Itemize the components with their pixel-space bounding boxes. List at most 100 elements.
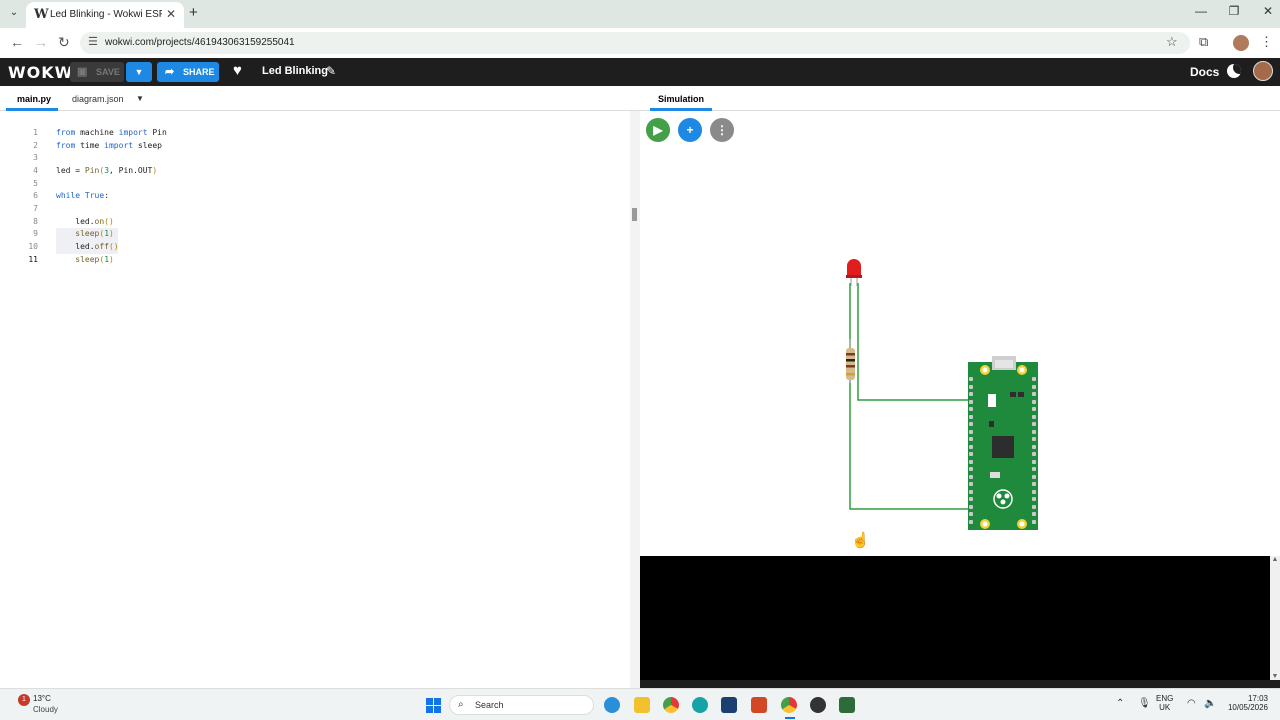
pico-pin	[1032, 504, 1036, 509]
pico-pin	[969, 519, 973, 524]
editor-divider[interactable]	[630, 111, 640, 688]
pico-pin	[1032, 489, 1036, 494]
terminal-icon[interactable]	[839, 697, 855, 713]
pico-pin	[1032, 497, 1036, 501]
hand-cursor-icon: ☝	[851, 532, 870, 549]
code-line: sleep(1)	[75, 255, 114, 264]
bookmark-star-icon[interactable]: ☆	[1166, 34, 1178, 50]
file-explorer-icon[interactable]	[634, 697, 650, 713]
code-line: led.on()	[56, 217, 114, 226]
serial-scrollbar[interactable]: ▲ ▼	[1270, 556, 1280, 680]
code-editor[interactable]: 1 2 3 4 5 6 7 8 9 10 11 from machine imp…	[0, 111, 640, 688]
edge-icon[interactable]	[604, 697, 620, 713]
forward-icon[interactable]: →	[34, 34, 48, 50]
pico-pin	[969, 459, 973, 464]
minimize-icon[interactable]: —	[1190, 4, 1212, 18]
scroll-up-icon[interactable]: ▲	[1270, 556, 1280, 563]
save-dropdown-button[interactable]: ▼	[126, 62, 152, 82]
pico-pin	[1032, 429, 1036, 434]
docs-link[interactable]: Docs	[1190, 65, 1219, 79]
code-line: from machine import Pin	[56, 128, 167, 137]
search-icon: ⌕	[458, 699, 464, 710]
line-number: 10	[28, 242, 38, 251]
browser-tab[interactable]: W Led Blinking - Wokwi ESP32, ST ✕	[26, 2, 184, 28]
line-number: 3	[33, 153, 38, 162]
scroll-down-icon[interactable]: ▼	[1270, 673, 1280, 680]
vscode-icon[interactable]	[721, 697, 737, 713]
url-text: wokwi.com/projects/461943063159255041	[105, 37, 295, 48]
windows-start-icon[interactable]	[426, 698, 441, 713]
heart-icon[interactable]: ♥	[233, 62, 242, 79]
speaker-icon[interactable]: 🔈	[1204, 698, 1216, 709]
editor-scrollbar[interactable]	[632, 208, 637, 221]
dark-mode-icon[interactable]	[1227, 64, 1241, 78]
line-number: 7	[33, 204, 38, 213]
line-number: 11	[28, 255, 38, 264]
clock[interactable]: 17:03 10/05/2026	[1226, 694, 1268, 712]
code-line: sleep(1)	[75, 229, 114, 238]
browser-menu-icon[interactable]: ⋮	[1260, 34, 1273, 50]
code-line: from time import sleep	[56, 141, 162, 150]
maximize-icon[interactable]: ❐	[1223, 4, 1245, 18]
date: 10/05/2026	[1227, 703, 1268, 712]
line-number: 6	[33, 191, 38, 200]
share-button[interactable]: ➦ SHARE	[157, 62, 219, 82]
pico-pin	[1032, 414, 1036, 419]
app-icon[interactable]	[692, 697, 708, 713]
pico-pin	[1032, 377, 1036, 381]
powerpoint-icon[interactable]	[751, 697, 767, 713]
close-tab-icon[interactable]: ✕	[166, 7, 176, 21]
extensions-icon[interactable]: ⧉	[1199, 34, 1208, 50]
pico-pin	[969, 512, 973, 516]
pico-pin	[1032, 384, 1036, 389]
tab-diagram-json[interactable]: diagram.json	[72, 94, 124, 104]
pico-pin	[969, 377, 973, 381]
simulation-canvas[interactable]: ▶ + ⋮ ☝	[640, 111, 1280, 556]
serial-monitor[interactable]: ▲ ▼	[640, 556, 1280, 680]
user-avatar[interactable]	[1253, 61, 1273, 81]
close-window-icon[interactable]: ✕	[1257, 4, 1279, 18]
weather-desc[interactable]: Cloudy	[33, 705, 58, 714]
pico-pin	[1032, 437, 1036, 441]
chrome-icon[interactable]	[663, 697, 679, 713]
microphone-icon[interactable]: 🎙	[1138, 698, 1151, 709]
pico-pin	[1032, 444, 1036, 449]
site-info-icon[interactable]: ☰	[88, 35, 98, 48]
reload-icon[interactable]: ↻	[58, 34, 70, 51]
pico-pin	[969, 384, 973, 389]
pico-pin	[969, 414, 973, 419]
profile-avatar[interactable]	[1233, 35, 1249, 51]
project-title[interactable]: Led Blinking	[262, 65, 328, 77]
taskbar-search[interactable]: ⌕ Search	[449, 695, 594, 715]
pico-pin	[969, 422, 973, 426]
save-button[interactable]: ▣ SAVE	[70, 62, 124, 82]
code-line: while True:	[56, 191, 110, 200]
line-number: 2	[33, 141, 38, 150]
tabs-menu-icon[interactable]: ▼	[136, 94, 144, 103]
recorder-icon[interactable]	[810, 697, 826, 713]
back-icon[interactable]: ←	[10, 34, 24, 50]
pico-pins	[640, 111, 1280, 556]
browser-tab-bar: ⌄ W Led Blinking - Wokwi ESP32, ST ✕ + —…	[0, 0, 1280, 28]
weather-badge: 1	[18, 694, 30, 706]
pico-pin	[1032, 407, 1036, 411]
tab-search-icon[interactable]: ⌄	[6, 5, 22, 21]
language-indicator[interactable]: ENG UK	[1156, 694, 1173, 712]
search-placeholder: Search	[475, 700, 504, 710]
pico-pin	[1032, 422, 1036, 426]
windows-taskbar: 1 13°C Cloudy ⌕ Search ⌃ 🎙 ENG UK ◠ 🔈 17:…	[0, 688, 1280, 720]
show-hidden-icons-icon[interactable]: ⌃	[1116, 698, 1124, 709]
wokwi-favicon-icon: W	[34, 7, 49, 22]
chrome-active-icon[interactable]	[781, 697, 797, 713]
tab-main-py[interactable]: main.py	[17, 94, 51, 104]
address-bar[interactable]: ☰ wokwi.com/projects/461943063159255041	[80, 32, 1190, 54]
new-tab-icon[interactable]: +	[189, 4, 198, 21]
line-number: 1	[33, 128, 38, 137]
pico-pin	[1032, 519, 1036, 524]
wifi-icon[interactable]: ◠	[1187, 698, 1196, 709]
edit-title-icon[interactable]: ✎	[326, 64, 336, 78]
share-icon: ➦	[165, 66, 175, 78]
weather-temp[interactable]: 13°C	[33, 694, 51, 703]
pico-pin	[969, 429, 973, 434]
tab-simulation[interactable]: Simulation	[658, 94, 704, 104]
